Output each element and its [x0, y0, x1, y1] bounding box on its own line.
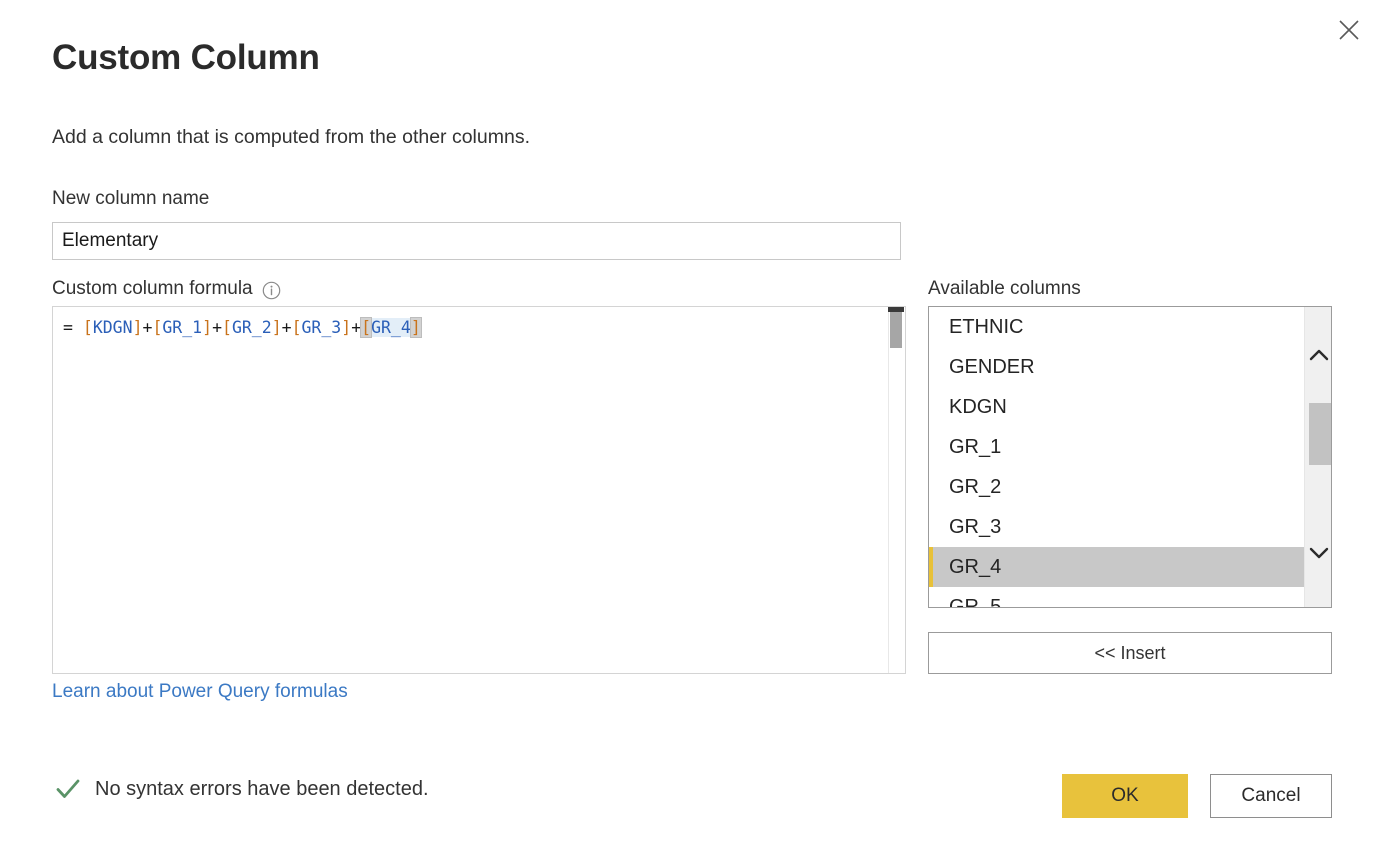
formula-token-brk: ] [202, 318, 213, 337]
list-item-label: GR_3 [949, 515, 1002, 538]
formula-token-brk: ] [341, 318, 352, 337]
list-item[interactable]: GR_4 [929, 547, 1304, 587]
custom-column-formula-label: Custom column formula [52, 278, 281, 300]
formula-token-op: + [142, 318, 153, 337]
page-title: Custom Column [52, 38, 320, 77]
formula-token-ident: GR_3 [301, 318, 342, 337]
formula-scrollbar-thumb[interactable] [890, 312, 902, 348]
new-column-name-input[interactable] [52, 222, 901, 260]
learn-about-power-query-formulas-link[interactable]: Learn about Power Query formulas [52, 681, 348, 703]
chevron-down-icon [1309, 546, 1329, 560]
insert-button[interactable]: << Insert [928, 632, 1332, 674]
formula-token-op: + [212, 318, 222, 337]
close-icon [1336, 17, 1362, 43]
formula-token-brk: [ [152, 318, 163, 337]
list-item-label: GENDER [949, 355, 1035, 378]
list-item[interactable]: GR_2 [929, 467, 1304, 507]
list-item[interactable]: GR_3 [929, 507, 1304, 547]
formula-token-brk: [ [291, 318, 302, 337]
available-columns-scrollbar-thumb[interactable] [1309, 403, 1331, 465]
cancel-button[interactable]: Cancel [1210, 774, 1332, 818]
available-columns-list[interactable]: ETHNIC GENDER KDGN GR_1 GR_2 GR_3 GR_4 GR_5 [928, 306, 1332, 608]
formula-token-ident: GR_2 [231, 318, 272, 337]
formula-token-brk: [ [222, 318, 232, 337]
list-item-label: GR_2 [949, 475, 1002, 498]
checkmark-icon [55, 776, 81, 802]
formula-scrollbar[interactable] [888, 307, 905, 673]
list-item-label: GR_1 [949, 435, 1002, 458]
formula-token-ident: GR_4 [371, 318, 411, 337]
list-item-label: GR_4 [949, 555, 1002, 578]
formula-editor[interactable]: = [KDGN]+[GR_1]+[GR_2]+[GR_3]+[GR_4] [52, 306, 906, 674]
formula-token-brk: ] [409, 317, 422, 338]
formula-token-ident: GR_1 [162, 318, 203, 337]
formula-token-ident: KDGN [92, 318, 133, 337]
list-item[interactable]: KDGN [929, 387, 1304, 427]
list-item[interactable]: ETHNIC [929, 307, 1304, 347]
list-item[interactable]: GENDER [929, 347, 1304, 387]
ok-button[interactable]: OK [1062, 774, 1188, 818]
available-columns-items[interactable]: ETHNIC GENDER KDGN GR_1 GR_2 GR_3 GR_4 GR_5 [929, 307, 1304, 607]
new-column-name-label: New column name [52, 188, 210, 209]
list-item-label: ETHNIC [949, 315, 1024, 338]
available-columns-scrollbar[interactable] [1304, 307, 1331, 607]
formula-text[interactable]: = [KDGN]+[GR_1]+[GR_2]+[GR_3]+[GR_4] [63, 316, 422, 340]
scroll-up-button[interactable] [1305, 335, 1331, 375]
formula-token-brk: ] [271, 318, 282, 337]
list-item[interactable]: GR_1 [929, 427, 1304, 467]
chevron-up-icon [1309, 348, 1329, 362]
list-item-label: KDGN [949, 395, 1007, 418]
info-icon[interactable] [262, 281, 281, 300]
formula-token-brk: ] [132, 318, 143, 337]
dialog-description: Add a column that is computed from the o… [52, 126, 530, 148]
available-columns-label: Available columns [928, 278, 1081, 299]
custom-column-formula-label-text: Custom column formula [52, 278, 253, 299]
syntax-status: No syntax errors have been detected. [55, 776, 429, 802]
formula-token-brk: [ [82, 318, 93, 337]
syntax-status-text: No syntax errors have been detected. [95, 777, 429, 800]
scroll-down-button[interactable] [1305, 533, 1331, 573]
list-item-label: GR_5 [949, 595, 1002, 608]
formula-token-op: + [281, 318, 292, 337]
close-button[interactable] [1326, 8, 1372, 52]
formula-token-brk: [ [360, 317, 373, 338]
formula-token-op: + [351, 318, 362, 337]
formula-token-eq: = [63, 318, 83, 337]
list-item[interactable]: GR_5 [929, 587, 1304, 607]
